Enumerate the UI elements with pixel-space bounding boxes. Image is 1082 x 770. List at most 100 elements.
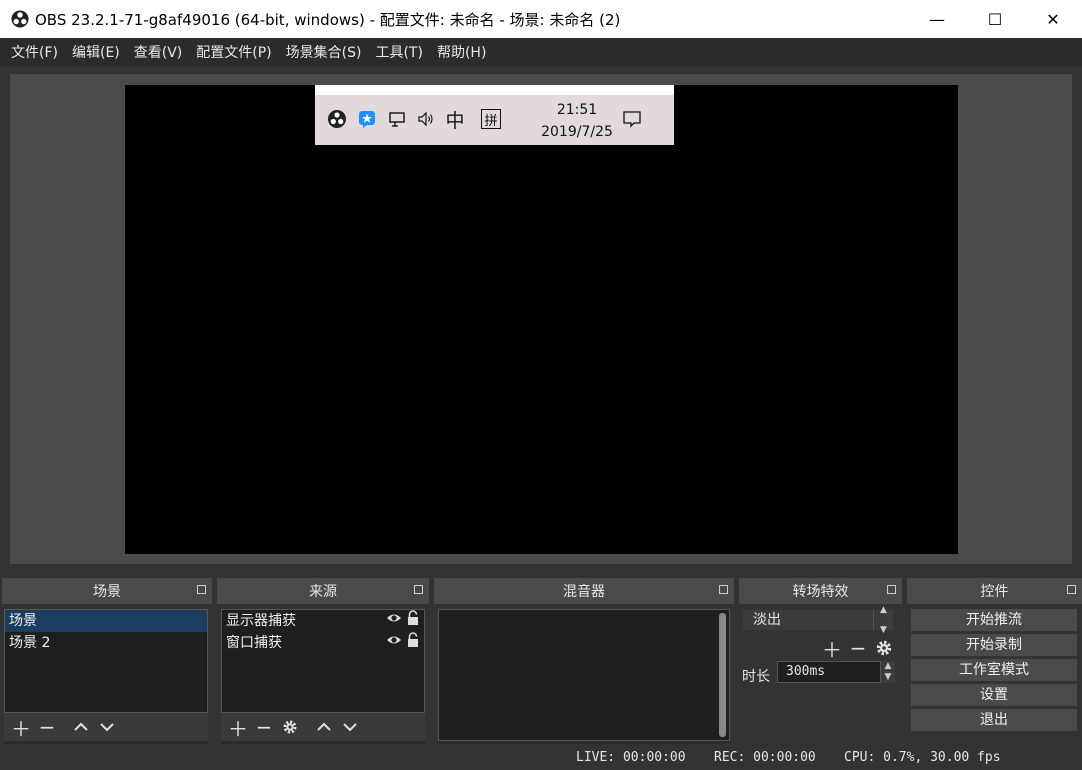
remove-source-button[interactable]: − [251, 714, 277, 740]
updown-arrow-icon: ▲ ▼ [873, 605, 893, 635]
source-item[interactable]: 显示器捕获 [222, 610, 424, 632]
sources-dock-header: 来源 [217, 578, 429, 604]
scenes-toolbar: ＋ − [4, 713, 208, 741]
sources-toolbar: ＋ − [221, 713, 425, 741]
minimize-icon: — [929, 9, 945, 29]
dock-float-icon[interactable] [414, 585, 423, 594]
menu-edit[interactable]: 编辑(E) [65, 42, 127, 62]
gear-icon [283, 720, 297, 734]
network-icon [389, 112, 405, 127]
controls-dock: 控件 开始推流 开始录制 工作室模式 设置 退出 [907, 578, 1082, 744]
eye-icon[interactable] [386, 610, 402, 626]
move-source-up-button[interactable] [311, 714, 337, 740]
menu-view[interactable]: 查看(V) [127, 42, 190, 62]
duration-input[interactable]: 300ms [777, 661, 881, 683]
start-recording-button[interactable]: 开始录制 [911, 634, 1077, 656]
preview-area[interactable]: 中 拼 21:51 2019/7/25 [10, 74, 1072, 564]
tray-top-strip [315, 85, 674, 95]
move-source-down-button[interactable] [337, 714, 363, 740]
menu-bar: 文件(F) 编辑(E) 查看(V) 配置文件(P) 场景集合(S) 工具(T) … [0, 38, 1082, 66]
menu-scene-collection[interactable]: 场景集合(S) [279, 42, 369, 62]
mixer-dock-title: 混音器 [563, 584, 605, 600]
dock-float-icon[interactable] [887, 585, 896, 594]
exit-button[interactable]: 退出 [911, 709, 1077, 731]
duration-label: 时长 [742, 669, 770, 685]
source-item[interactable]: 窗口捕获 [222, 632, 424, 654]
scene-item-label: 场景 [9, 613, 37, 629]
chevron-up-icon [74, 722, 88, 731]
plus-icon: ＋ [822, 637, 842, 662]
close-icon: ✕ [1046, 9, 1060, 29]
transitions-dock-title: 转场特效 [792, 584, 849, 600]
scenes-dock-header: 场景 [2, 578, 212, 604]
maximize-icon: ☐ [987, 9, 1003, 29]
transition-properties-button[interactable] [871, 635, 897, 661]
mixer-scrollbar[interactable] [719, 613, 726, 737]
menu-file[interactable]: 文件(F) [4, 42, 65, 62]
gear-icon [876, 640, 892, 656]
sources-list[interactable]: 显示器捕获 窗口捕获 [221, 609, 425, 713]
remove-scene-button[interactable]: − [34, 714, 60, 740]
title-bar: OBS 23.2.1-71-g8af49016 (64-bit, windows… [0, 0, 1082, 38]
plus-icon: ＋ [11, 716, 31, 741]
chat-app-tray-icon [359, 111, 375, 128]
minus-icon: − [849, 636, 867, 660]
live-status: LIVE: 00:00:00 [576, 750, 686, 765]
lock-icon[interactable] [406, 610, 420, 626]
sources-dock-body: 显示器捕获 窗口捕获 ＋ − [221, 609, 425, 744]
scenes-dock-body: 场景 场景 2 ＋ − [4, 609, 208, 744]
mixer-dock-header: 混音器 [434, 578, 734, 604]
transition-select[interactable]: 淡出 ▲ ▼ [742, 605, 894, 635]
scenes-list[interactable]: 场景 场景 2 [4, 609, 208, 713]
notification-icon [623, 111, 641, 128]
volume-icon [418, 111, 433, 127]
menu-profile[interactable]: 配置文件(P) [189, 42, 278, 62]
menu-tools[interactable]: 工具(T) [368, 42, 429, 62]
mixer-dock: 混音器 [434, 578, 734, 744]
chevron-down-icon [100, 723, 114, 732]
move-scene-up-button[interactable] [68, 714, 94, 740]
add-source-button[interactable]: ＋ [225, 714, 251, 741]
scenes-dock: 场景 场景 场景 2 ＋ − [0, 578, 212, 744]
rec-status: REC: 00:00:00 [714, 750, 816, 765]
ime-language-indicator: 中 [445, 109, 465, 132]
move-scene-down-button[interactable] [94, 714, 120, 740]
source-item-label: 窗口捕获 [226, 635, 282, 651]
start-streaming-button[interactable]: 开始推流 [911, 609, 1077, 631]
duration-spinner[interactable]: ▲ ▼ [881, 661, 895, 683]
source-properties-button[interactable] [277, 714, 303, 740]
dock-float-icon[interactable] [197, 585, 206, 594]
dock-float-icon[interactable] [719, 585, 728, 594]
window-title: OBS 23.2.1-71-g8af49016 (64-bit, windows… [35, 10, 621, 29]
preview-canvas[interactable]: 中 拼 21:51 2019/7/25 [125, 85, 958, 554]
controls-dock-header: 控件 [907, 578, 1082, 604]
obs-logo-icon [11, 10, 29, 28]
tray-date: 2019/7/25 [541, 124, 613, 140]
scene-item[interactable]: 场景 2 [5, 632, 207, 654]
plus-icon: ＋ [228, 716, 248, 741]
remove-transition-button[interactable]: − [845, 635, 871, 661]
lock-icon[interactable] [406, 632, 420, 648]
cpu-status: CPU: 0.7%, 30.00 fps [844, 750, 1001, 765]
settings-button[interactable]: 设置 [911, 684, 1077, 706]
sources-dock: 来源 显示器捕获 窗口捕获 ＋ − [217, 578, 429, 744]
transitions-dock: 转场特效 淡出 ▲ ▼ ＋ − 时长 300ms ▲ ▼ [739, 578, 902, 744]
add-scene-button[interactable]: ＋ [8, 714, 34, 741]
transitions-dock-body: 淡出 ▲ ▼ ＋ − 时长 300ms ▲ ▼ [739, 605, 902, 744]
menu-help[interactable]: 帮助(H) [430, 42, 493, 62]
mixer-panel [438, 609, 730, 741]
scene-item-label: 场景 2 [9, 635, 51, 651]
studio-mode-button[interactable]: 工作室模式 [911, 659, 1077, 681]
controls-dock-body: 开始推流 开始录制 工作室模式 设置 退出 [911, 609, 1078, 744]
scene-item[interactable]: 场景 [5, 610, 207, 632]
minimize-button[interactable]: — [908, 0, 966, 38]
eye-icon[interactable] [386, 632, 402, 648]
captured-taskbar-tray: 中 拼 21:51 2019/7/25 [315, 85, 674, 145]
minus-icon: − [255, 715, 273, 739]
add-transition-button[interactable]: ＋ [819, 635, 845, 662]
maximize-button[interactable]: ☐ [966, 0, 1024, 38]
transition-select-value: 淡出 [753, 612, 781, 628]
close-button[interactable]: ✕ [1024, 0, 1082, 38]
dock-float-icon[interactable] [1067, 585, 1076, 594]
tray-time: 21:51 [556, 102, 598, 118]
